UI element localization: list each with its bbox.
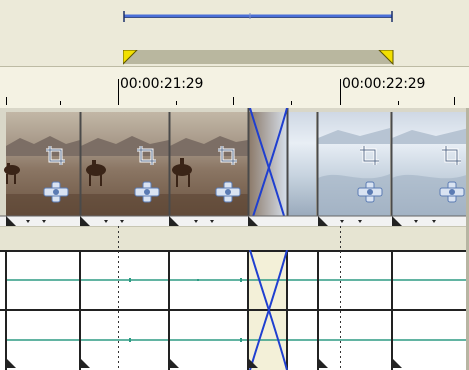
horse-clip-frames: [4, 112, 248, 216]
selection-bar-graphic[interactable]: [0, 0, 469, 40]
crop-icon[interactable]: [216, 144, 240, 168]
loop-start-marker[interactable]: [123, 50, 139, 66]
ruler-mark-label: 00:00:21:29: [120, 76, 204, 92]
pan-zoom-icon[interactable]: [133, 180, 161, 204]
crop-icon[interactable]: [44, 144, 68, 168]
crop-icon[interactable]: [358, 144, 382, 168]
marker-lines: [118, 226, 341, 370]
loop-region-bar[interactable]: [123, 50, 393, 64]
time-ruler[interactable]: 00:00:21:29 00:00:22:29: [0, 66, 469, 109]
video-track[interactable]: [0, 108, 469, 226]
crop-icon[interactable]: [440, 144, 464, 168]
pan-zoom-icon[interactable]: [438, 180, 466, 204]
timeline-editor: 00:00:21:29 00:00:22:29: [0, 0, 469, 370]
pan-zoom-icon[interactable]: [214, 180, 242, 204]
pan-zoom-icon[interactable]: [42, 180, 70, 204]
ruler-mark-label: 00:00:22:29: [342, 76, 426, 92]
pan-zoom-icon[interactable]: [356, 180, 384, 204]
crop-icon[interactable]: [135, 144, 159, 168]
loop-end-marker[interactable]: [378, 50, 394, 66]
